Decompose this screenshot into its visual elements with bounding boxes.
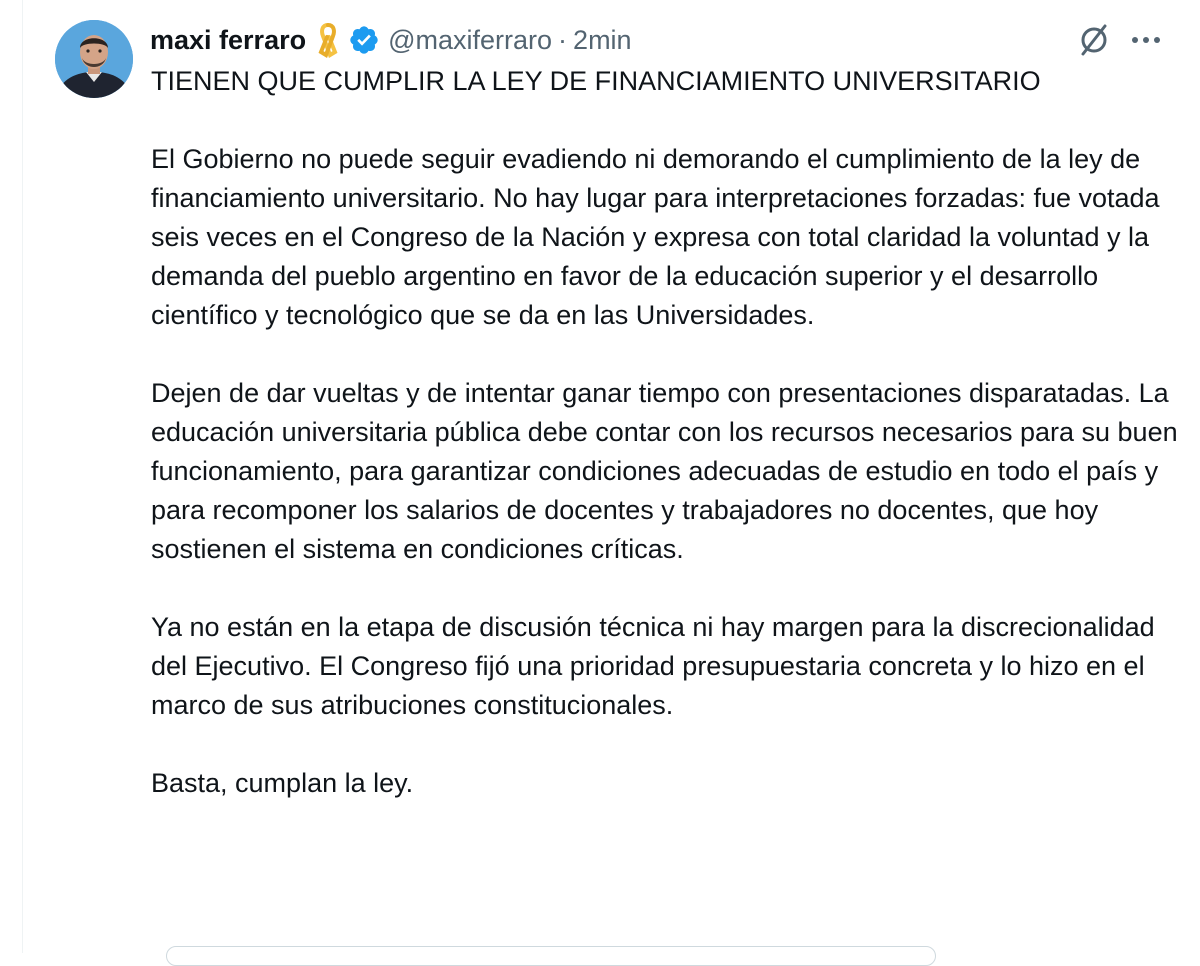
author-handle[interactable]: @maxiferraro	[388, 18, 552, 62]
author-name[interactable]: maxi ferraro	[150, 18, 306, 62]
header-separator: ·	[558, 25, 568, 55]
tweet-paragraph: El Gobierno no puede seguir evadiendo ni…	[151, 144, 1160, 330]
tweet-card[interactable]: maxi ferraro @maxiferraro · 2min TIENEN …	[22, 0, 1200, 966]
tweet-timestamp[interactable]: 2min	[573, 18, 632, 62]
tweet-header: maxi ferraro @maxiferraro · 2min	[150, 18, 632, 62]
yellow-ribbon-icon	[318, 23, 338, 58]
media-card[interactable]	[166, 946, 936, 966]
tweet-paragraph: Dejen de dar vueltas y de intentar ganar…	[151, 378, 1178, 564]
more-options-icon[interactable]	[1126, 25, 1166, 55]
author-avatar[interactable]	[55, 20, 133, 98]
tweet-paragraph: Basta, cumplan la ley.	[151, 768, 414, 798]
tweet-text: TIENEN QUE CUMPLIR LA LEY DE FINANCIAMIE…	[151, 62, 1181, 803]
tweet-headline: TIENEN QUE CUMPLIR LA LEY DE FINANCIAMIE…	[151, 66, 1041, 96]
tweet-paragraph: Ya no están en la etapa de discusión téc…	[151, 612, 1155, 720]
grok-icon[interactable]	[1075, 21, 1113, 59]
verified-badge-icon[interactable]	[348, 24, 380, 56]
